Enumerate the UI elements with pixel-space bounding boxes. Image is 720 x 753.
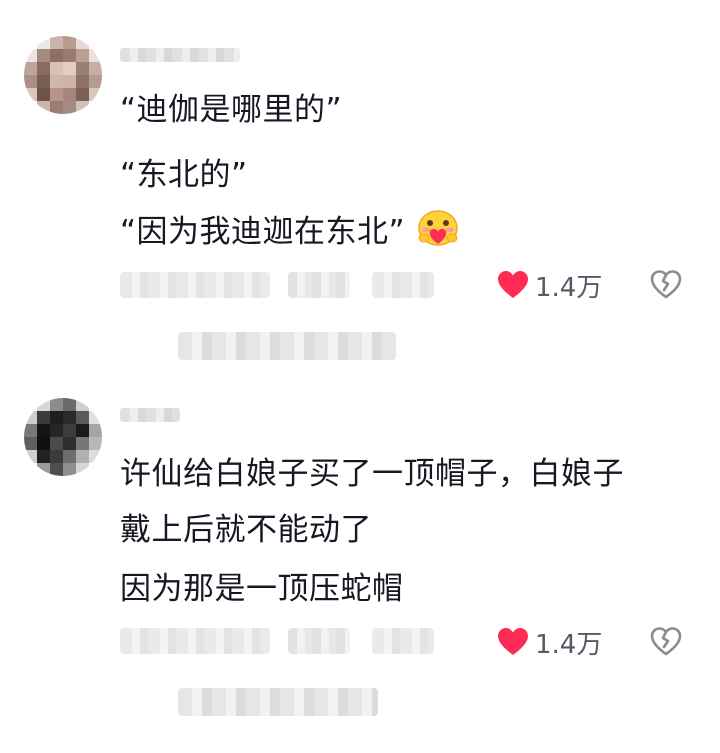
heart-icon: [498, 628, 528, 655]
like-button[interactable]: 1.4万: [497, 622, 602, 662]
comment-text-line: 戴上后就不能动了: [120, 512, 372, 548]
reply-button-blurred[interactable]: [372, 628, 434, 654]
heart-icon: [498, 271, 528, 298]
comment-text-line: “因为我迪迦在东北”: [120, 214, 406, 250]
broken-heart-icon[interactable]: [650, 626, 682, 658]
comment-text-line: 因为那是一顶压蛇帽: [120, 571, 404, 607]
blushing-heart-emoji: [418, 210, 458, 246]
timestamp-location-blurred: [120, 272, 270, 298]
meta-blurred: [288, 272, 350, 298]
comment-item: 许仙给白娘子买了一顶帽子，白娘子 戴上后就不能动了 因为那是一顶压蛇帽 1.4万: [0, 380, 720, 753]
avatar[interactable]: [24, 398, 102, 476]
username-blurred[interactable]: [120, 408, 180, 422]
meta-blurred: [288, 628, 350, 654]
comment-text-line: “东北的”: [120, 157, 248, 193]
view-replies-blurred[interactable]: [178, 332, 396, 360]
comment-text-line: 许仙给白娘子买了一顶帽子，白娘子: [120, 456, 624, 492]
avatar[interactable]: [24, 36, 102, 114]
comment-item: “迪伽是哪里的” “东北的” “因为我迪迦在东北” 1.4万: [0, 0, 720, 380]
username-blurred[interactable]: [120, 48, 240, 62]
timestamp-location-blurred: [120, 628, 270, 654]
comment-text-line: “迪伽是哪里的”: [120, 92, 343, 128]
broken-heart-icon[interactable]: [650, 269, 682, 301]
reply-button-blurred[interactable]: [372, 272, 434, 298]
like-count: 1.4万: [535, 272, 603, 303]
like-button[interactable]: 1.4万: [497, 265, 602, 305]
like-count: 1.4万: [535, 629, 603, 660]
view-replies-blurred[interactable]: [178, 688, 378, 716]
